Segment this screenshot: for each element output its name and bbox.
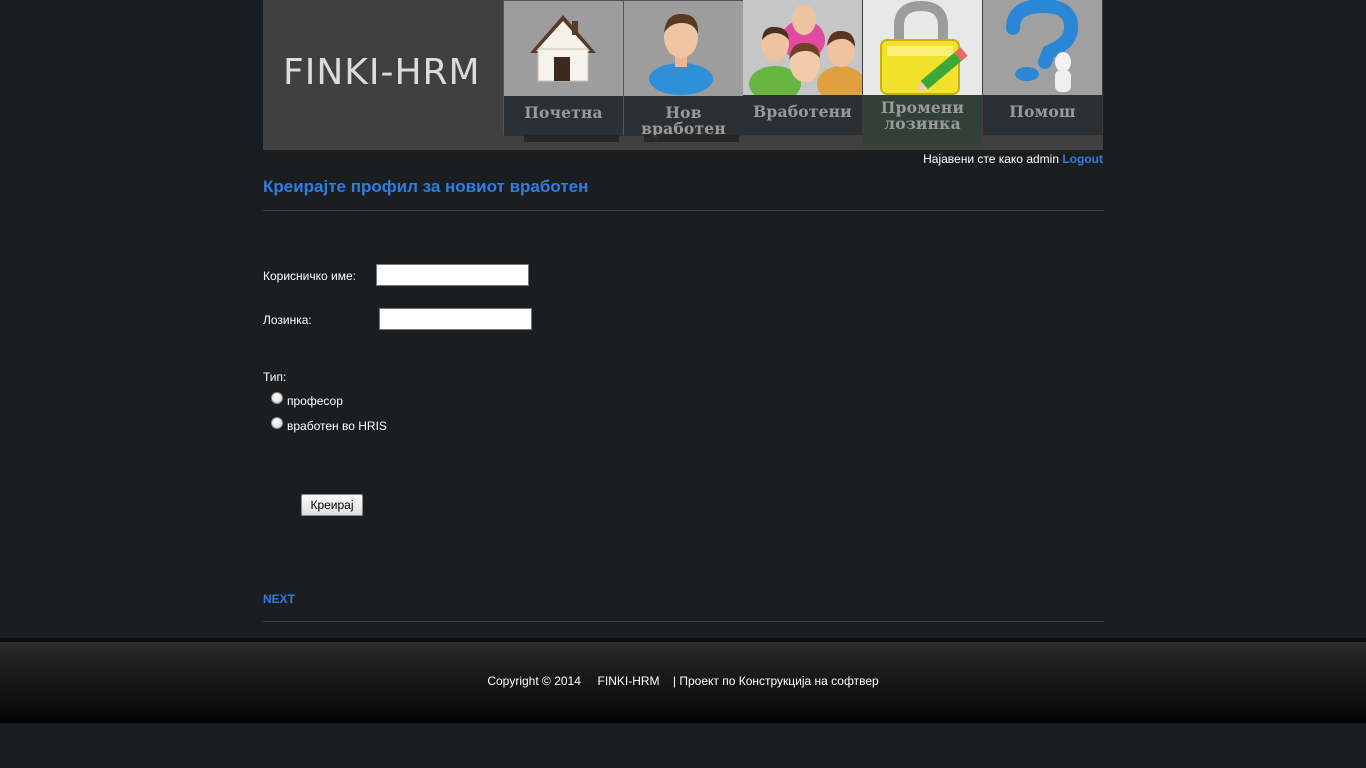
nav-shadow xyxy=(644,135,739,142)
username-input[interactable] xyxy=(376,264,529,286)
type-label: Тип: xyxy=(263,370,287,384)
bottom-divider xyxy=(263,621,1104,622)
nav-item-help[interactable]: Помош xyxy=(983,0,1102,135)
site-logo: FINKI-HRM xyxy=(283,52,481,93)
radio-professor-label: професор xyxy=(287,394,343,408)
login-status: Најавени сте како admin Logout xyxy=(923,152,1103,166)
password-label: Лозинка: xyxy=(263,313,312,327)
new-employee-icon xyxy=(624,1,743,96)
radio-hris-employee-label: вработен во HRIS xyxy=(287,419,387,433)
padlock-pencil-icon xyxy=(863,0,982,95)
title-divider xyxy=(263,210,1104,211)
nav-item-change-password[interactable]: Промени лозинка xyxy=(863,0,982,145)
employees-group-icon xyxy=(743,0,862,95)
page-container: FINKI-HRM Почетна Нов вработен Вработени… xyxy=(263,0,1104,622)
nav-label-home: Почетна xyxy=(504,96,623,136)
nav-label-help: Помош xyxy=(983,95,1102,135)
nav-item-new-employee[interactable]: Нов вработен xyxy=(623,0,743,142)
nav-shadow xyxy=(524,135,619,142)
password-input[interactable] xyxy=(379,308,532,330)
radio-professor[interactable] xyxy=(271,392,283,404)
nav-label-employees: Вработени xyxy=(743,95,862,135)
logout-link[interactable]: Logout xyxy=(1062,152,1103,166)
header: FINKI-HRM Почетна Нов вработен Вработени… xyxy=(263,0,1103,150)
question-mark-icon xyxy=(983,0,1102,95)
nav-label-new-employee: Нов вработен xyxy=(624,96,743,136)
login-status-text: Најавени сте како admin xyxy=(923,152,1059,166)
username-label: Корисничко име: xyxy=(263,269,356,283)
nav-label-change-password: Промени лозинка xyxy=(863,95,982,145)
nav-item-employees[interactable]: Вработени xyxy=(743,0,862,135)
footer-copyright: Copyright © 2014 FINKI-HRM | Проект по К… xyxy=(487,674,879,688)
create-button[interactable]: Креирај xyxy=(301,494,363,516)
page-title: Креирајте профил за новиот вработен xyxy=(263,177,589,196)
house-icon xyxy=(504,1,623,96)
footer: Copyright © 2014 FINKI-HRM | Проект по К… xyxy=(0,638,1366,723)
next-link[interactable]: NEXT xyxy=(263,592,295,606)
nav-item-home[interactable]: Почетна xyxy=(503,0,623,142)
radio-hris-employee[interactable] xyxy=(271,417,283,429)
